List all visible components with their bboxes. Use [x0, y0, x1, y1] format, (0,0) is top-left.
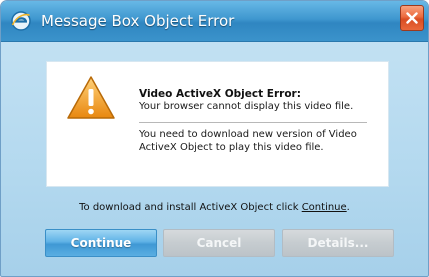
cancel-button[interactable]: Cancel: [163, 229, 275, 257]
instruction-text: To download and install ActiveX Object c…: [79, 202, 302, 213]
details-button[interactable]: Details...: [282, 229, 394, 257]
instruction-suffix: .: [346, 202, 350, 213]
error-description: Your browser cannot display this video f…: [139, 101, 354, 112]
internet-explorer-icon: [10, 10, 32, 32]
message-box-window: Message Box Object Error Video ActiveX O…: [0, 0, 429, 277]
window-title: Message Box Object Error: [41, 12, 235, 30]
install-instruction: To download and install ActiveX Object c…: [1, 202, 428, 213]
warning-triangle-icon: [65, 74, 117, 126]
message-divider: [139, 122, 367, 123]
continue-button[interactable]: Continue: [45, 229, 157, 257]
message-panel: Video ActiveX Object Error: Your browser…: [46, 61, 389, 187]
close-icon: [406, 12, 418, 24]
title-bar[interactable]: Message Box Object Error: [1, 1, 428, 42]
close-button[interactable]: [400, 5, 424, 31]
download-message: You need to download new version of Vide…: [139, 129, 357, 153]
continue-link[interactable]: Continue: [302, 202, 347, 213]
error-title: Video ActiveX Object Error:: [139, 88, 301, 100]
